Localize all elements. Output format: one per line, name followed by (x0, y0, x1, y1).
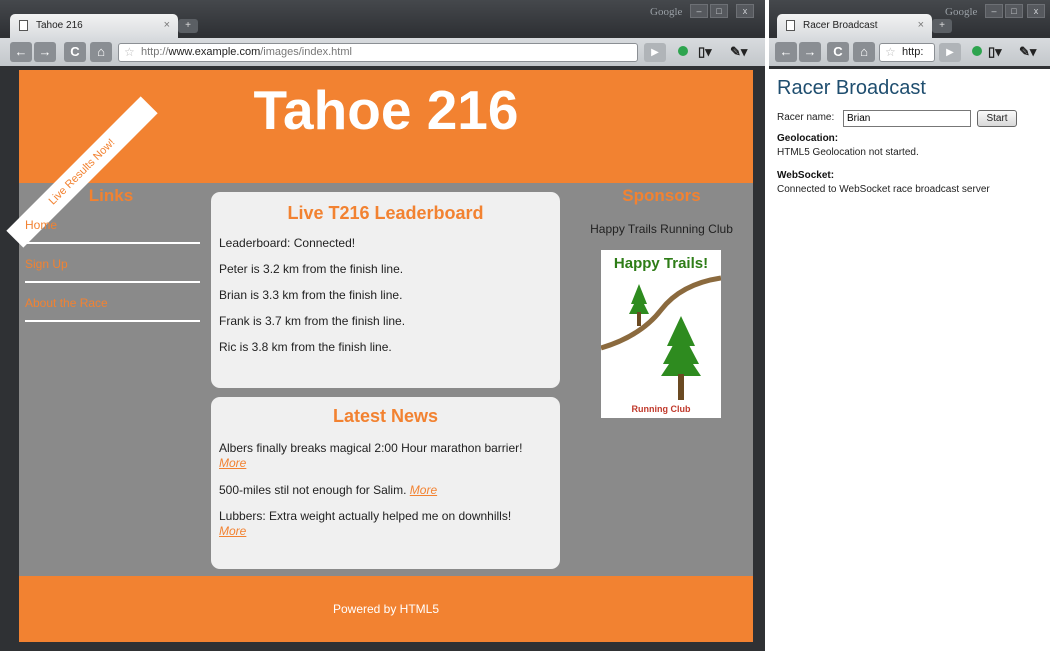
news-title: Latest News (332, 406, 439, 426)
brand-label: Google (945, 6, 978, 18)
address-bar[interactable]: ☆ http://www.example.com/images/index.ht… (118, 43, 638, 62)
start-button[interactable]: Start (977, 110, 1017, 127)
page-menu-icon[interactable]: ▯▾ (988, 44, 1002, 60)
nav-link-home[interactable]: Home (25, 206, 200, 244)
back-button[interactable]: ← (10, 42, 32, 62)
tab-title: Tahoe 216 (36, 20, 83, 31)
brand-label: Google (650, 6, 683, 18)
news-item: 500-miles stil not enough for Salim. Mor… (219, 483, 552, 497)
nav-link-sign-up[interactable]: Sign Up (25, 245, 200, 283)
news-panel: Latest News Albers finally breaks magica… (211, 397, 560, 569)
address-bar[interactable]: ☆ http: (879, 43, 935, 62)
tab-title: Racer Broadcast (803, 20, 878, 31)
nav-link-about[interactable]: About the Race (25, 284, 200, 322)
leaderboard-entry: Peter is 3.2 km from the finish line. (219, 262, 404, 276)
racer-page-title: Racer Broadcast (777, 77, 926, 99)
maximize-button[interactable]: □ (1005, 4, 1023, 18)
browser-window-racer: Racer Broadcast × + Google – □ x ← → C ⌂… (769, 0, 1050, 651)
minimize-button[interactable]: – (690, 4, 708, 18)
url-host: www.example.com (168, 46, 261, 58)
wrench-menu-icon[interactable]: ✎▾ (1019, 44, 1036, 60)
reload-button[interactable]: C (64, 42, 86, 62)
news-item: Lubbers: Extra weight actually helped me… (219, 509, 552, 539)
forward-button[interactable]: → (799, 42, 821, 62)
new-tab-button[interactable]: + (178, 19, 198, 33)
wrench-menu-icon[interactable]: ✎▾ (730, 44, 747, 60)
tahoe-page: Tahoe 216 Live Results Now! Links Home S… (6, 70, 753, 642)
close-tab-icon[interactable]: × (918, 19, 924, 31)
more-link[interactable]: More (219, 524, 246, 538)
leaderboard-status: Leaderboard: Connected! (219, 236, 356, 250)
page-icon (786, 20, 795, 31)
title-bar: Tahoe 216 × + Google – □ x (0, 0, 765, 38)
footer-text: Powered by HTML5 (332, 602, 440, 616)
leaderboard-title: Live T216 Leaderboard (287, 203, 484, 223)
home-button[interactable]: ⌂ (853, 42, 875, 62)
more-link[interactable]: More (410, 483, 437, 497)
extension-icon[interactable] (678, 46, 688, 56)
page-menu-icon[interactable]: ▯▾ (698, 44, 712, 60)
close-tab-icon[interactable]: × (164, 19, 170, 31)
racer-broadcast-page: Racer Broadcast Racer name: Start Geoloc… (769, 69, 1050, 651)
new-tab-button[interactable]: + (932, 19, 952, 33)
minimize-button[interactable]: – (985, 4, 1003, 18)
url-text: http: (902, 46, 924, 58)
go-button[interactable]: ▶ (939, 43, 961, 62)
browser-toolbar: ← → C ⌂ ☆ http://www.example.com/images/… (0, 38, 765, 66)
page-icon (19, 20, 28, 31)
extension-icon[interactable] (972, 46, 982, 56)
geolocation-status: HTML5 Geolocation not started. (777, 147, 919, 158)
back-button[interactable]: ← (775, 42, 797, 62)
sponsors-heading: Sponsors (622, 186, 701, 205)
tab-racer-broadcast[interactable]: Racer Broadcast × (777, 14, 932, 38)
title-bar: Racer Broadcast × + Google – □ x (769, 0, 1050, 38)
logo-text-bottom: Running Club (632, 404, 691, 414)
site-footer: Powered by HTML5 (19, 576, 753, 642)
bookmark-star-icon[interactable]: ☆ (124, 45, 135, 59)
news-text: Albers finally breaks magical 2:00 Hour … (219, 441, 523, 455)
forward-button[interactable]: → (34, 42, 56, 62)
racer-name-label: Racer name: (777, 112, 835, 123)
more-link[interactable]: More (219, 456, 246, 470)
go-button[interactable]: ▶ (644, 43, 666, 62)
racer-name-row: Racer name: Start (777, 110, 1042, 130)
reload-button[interactable]: C (827, 42, 849, 62)
websocket-heading: WebSocket: (777, 170, 835, 181)
websocket-status: Connected to WebSocket race broadcast se… (777, 184, 990, 195)
sponsor-logo[interactable]: Happy Trails! Running Club (600, 250, 722, 418)
leaderboard-entry: Brian is 3.3 km from the finish line. (219, 288, 403, 302)
bookmark-star-icon[interactable]: ☆ (885, 45, 896, 59)
happy-trails-logo-graphic: Happy Trails! Running Club (600, 255, 722, 414)
url-prefix: http:// (141, 46, 169, 58)
logo-text-top: Happy Trails! (614, 255, 708, 272)
news-text: Lubbers: Extra weight actually helped me… (219, 509, 512, 523)
url-path: /images/index.html (260, 46, 352, 58)
sponsor-name: Happy Trails Running Club (590, 222, 733, 236)
news-text: 500-miles stil not enough for Salim. (219, 483, 407, 497)
tab-tahoe[interactable]: Tahoe 216 × (10, 14, 178, 38)
leaderboard-entry: Frank is 3.7 km from the finish line. (219, 314, 406, 328)
racer-name-input[interactable] (843, 110, 971, 127)
leaderboard-panel: Live T216 Leaderboard Leaderboard: Conne… (211, 192, 560, 388)
geolocation-heading: Geolocation: (777, 133, 839, 144)
links-heading: Links (88, 186, 134, 205)
leaderboard-entry: Ric is 3.8 km from the finish line. (219, 340, 392, 354)
maximize-button[interactable]: □ (710, 4, 728, 18)
browser-toolbar: ← → C ⌂ ☆ http: ▶ ▯▾ ✎▾ (769, 38, 1050, 66)
close-window-button[interactable]: x (736, 4, 754, 18)
home-button[interactable]: ⌂ (90, 42, 112, 62)
browser-window-tahoe: Tahoe 216 × + Google – □ x ← → C ⌂ ☆ htt… (0, 0, 765, 651)
close-window-button[interactable]: x (1027, 4, 1045, 18)
news-item: Albers finally breaks magical 2:00 Hour … (219, 441, 552, 471)
